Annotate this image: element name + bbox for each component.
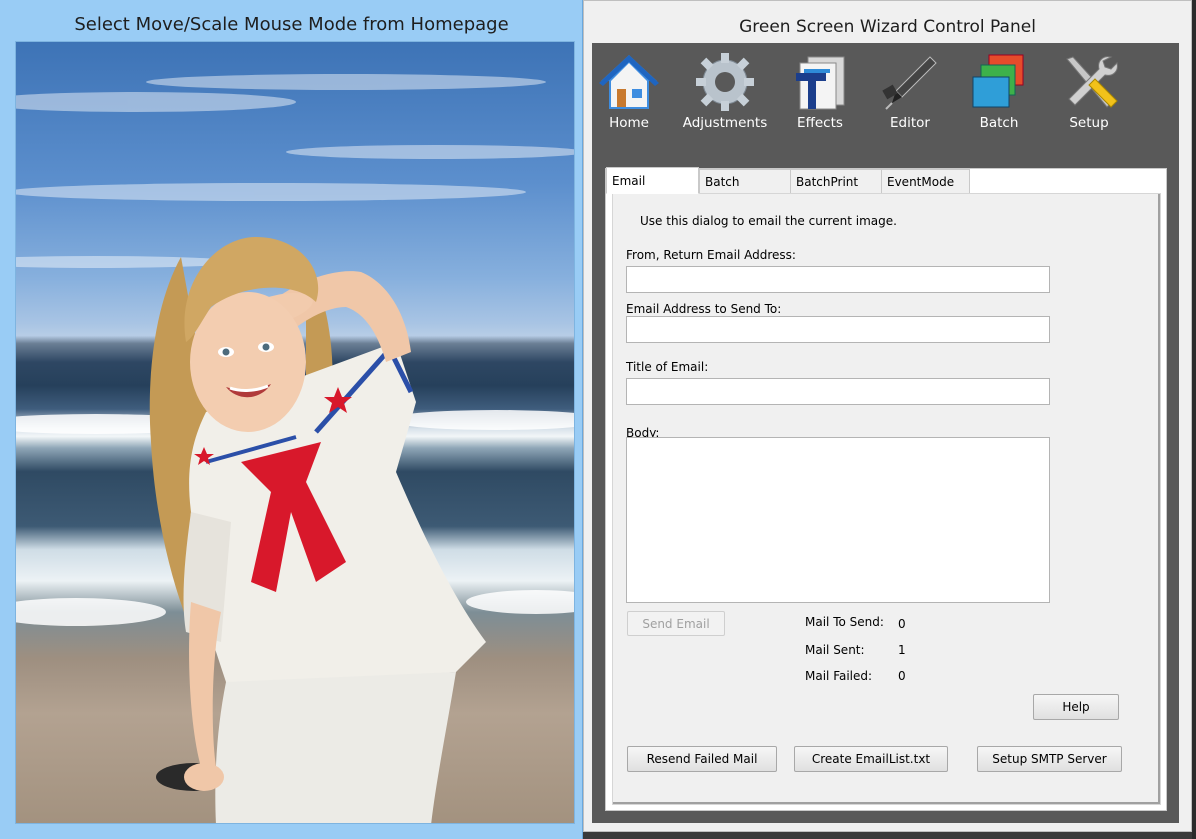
effects-icon (796, 56, 845, 110)
from-address-input[interactable] (626, 266, 1050, 293)
window-edge (1192, 0, 1196, 839)
toolbar-editor-label: Editor (890, 115, 930, 131)
gear-icon (696, 53, 754, 111)
email-body-input[interactable] (626, 437, 1050, 603)
email-tab-page: Use this dialog to email the current ima… (612, 193, 1161, 805)
control-panel-window: Green Screen Wizard Control Panel Home A… (583, 0, 1192, 832)
mail-failed-value: 0 (898, 669, 906, 683)
toolbar-effects-button[interactable]: Effects (777, 51, 863, 141)
setup-smtp-server-button[interactable]: Setup SMTP Server (977, 746, 1122, 772)
toolbar-setup-label: Setup (1069, 115, 1109, 131)
resend-failed-mail-button[interactable]: Resend Failed Mail (627, 746, 777, 772)
toolbar-adjustments-label: Adjustments (682, 115, 768, 131)
tools-icon (1066, 56, 1118, 108)
to-address-input[interactable] (626, 316, 1050, 343)
tab-email[interactable]: Email (606, 167, 699, 194)
toolbar-effects-label: Effects (797, 115, 843, 131)
home-icon (599, 55, 659, 109)
layers-icon (972, 54, 1024, 108)
email-title-input[interactable] (626, 378, 1050, 405)
email-title-label: Title of Email: (626, 360, 709, 374)
from-address-label: From, Return Email Address: (626, 248, 796, 262)
tab-eventmode[interactable]: EventMode (881, 169, 970, 193)
child-beach-illustration (16, 74, 574, 823)
mail-sent-label: Mail Sent: (805, 643, 865, 657)
main-toolbar: Home Adjustments Effects Editor Batch Se… (592, 43, 1179, 823)
help-button[interactable]: Help (1033, 694, 1119, 720)
pen-icon (882, 56, 937, 110)
mail-sent-value: 1 (898, 643, 906, 657)
tab-control: Email Batch BatchPrint EventMode Use thi… (605, 167, 1167, 811)
toolbar-batch-button[interactable]: Batch (956, 51, 1042, 141)
control-panel-title: Green Screen Wizard Control Panel (739, 17, 1036, 37)
toolbar-editor-button[interactable]: Editor (867, 51, 953, 141)
mail-failed-label: Mail Failed: (805, 669, 873, 683)
tab-batch[interactable]: Batch (699, 169, 791, 193)
send-email-button[interactable]: Send Email (627, 611, 725, 636)
create-email-list-button[interactable]: Create EmailList.txt (794, 746, 948, 772)
composite-photo[interactable] (15, 41, 575, 824)
toolbar-batch-label: Batch (979, 115, 1019, 131)
to-address-label: Email Address to Send To: (626, 302, 782, 316)
image-window-title: Select Move/Scale Mouse Mode from Homepa… (74, 14, 509, 35)
toolbar-adjustments-button[interactable]: Adjustments (682, 51, 768, 141)
mail-to-send-value: 0 (898, 617, 906, 631)
toolbar-home-label: Home (609, 115, 649, 131)
toolbar-setup-button[interactable]: Setup (1046, 51, 1132, 141)
image-window: Select Move/Scale Mouse Mode from Homepa… (0, 0, 583, 839)
mail-to-send-label: Mail To Send: (805, 615, 884, 629)
email-intro-text: Use this dialog to email the current ima… (640, 214, 897, 228)
tab-batchprint[interactable]: BatchPrint (790, 169, 882, 193)
toolbar-home-button[interactable]: Home (586, 51, 672, 141)
